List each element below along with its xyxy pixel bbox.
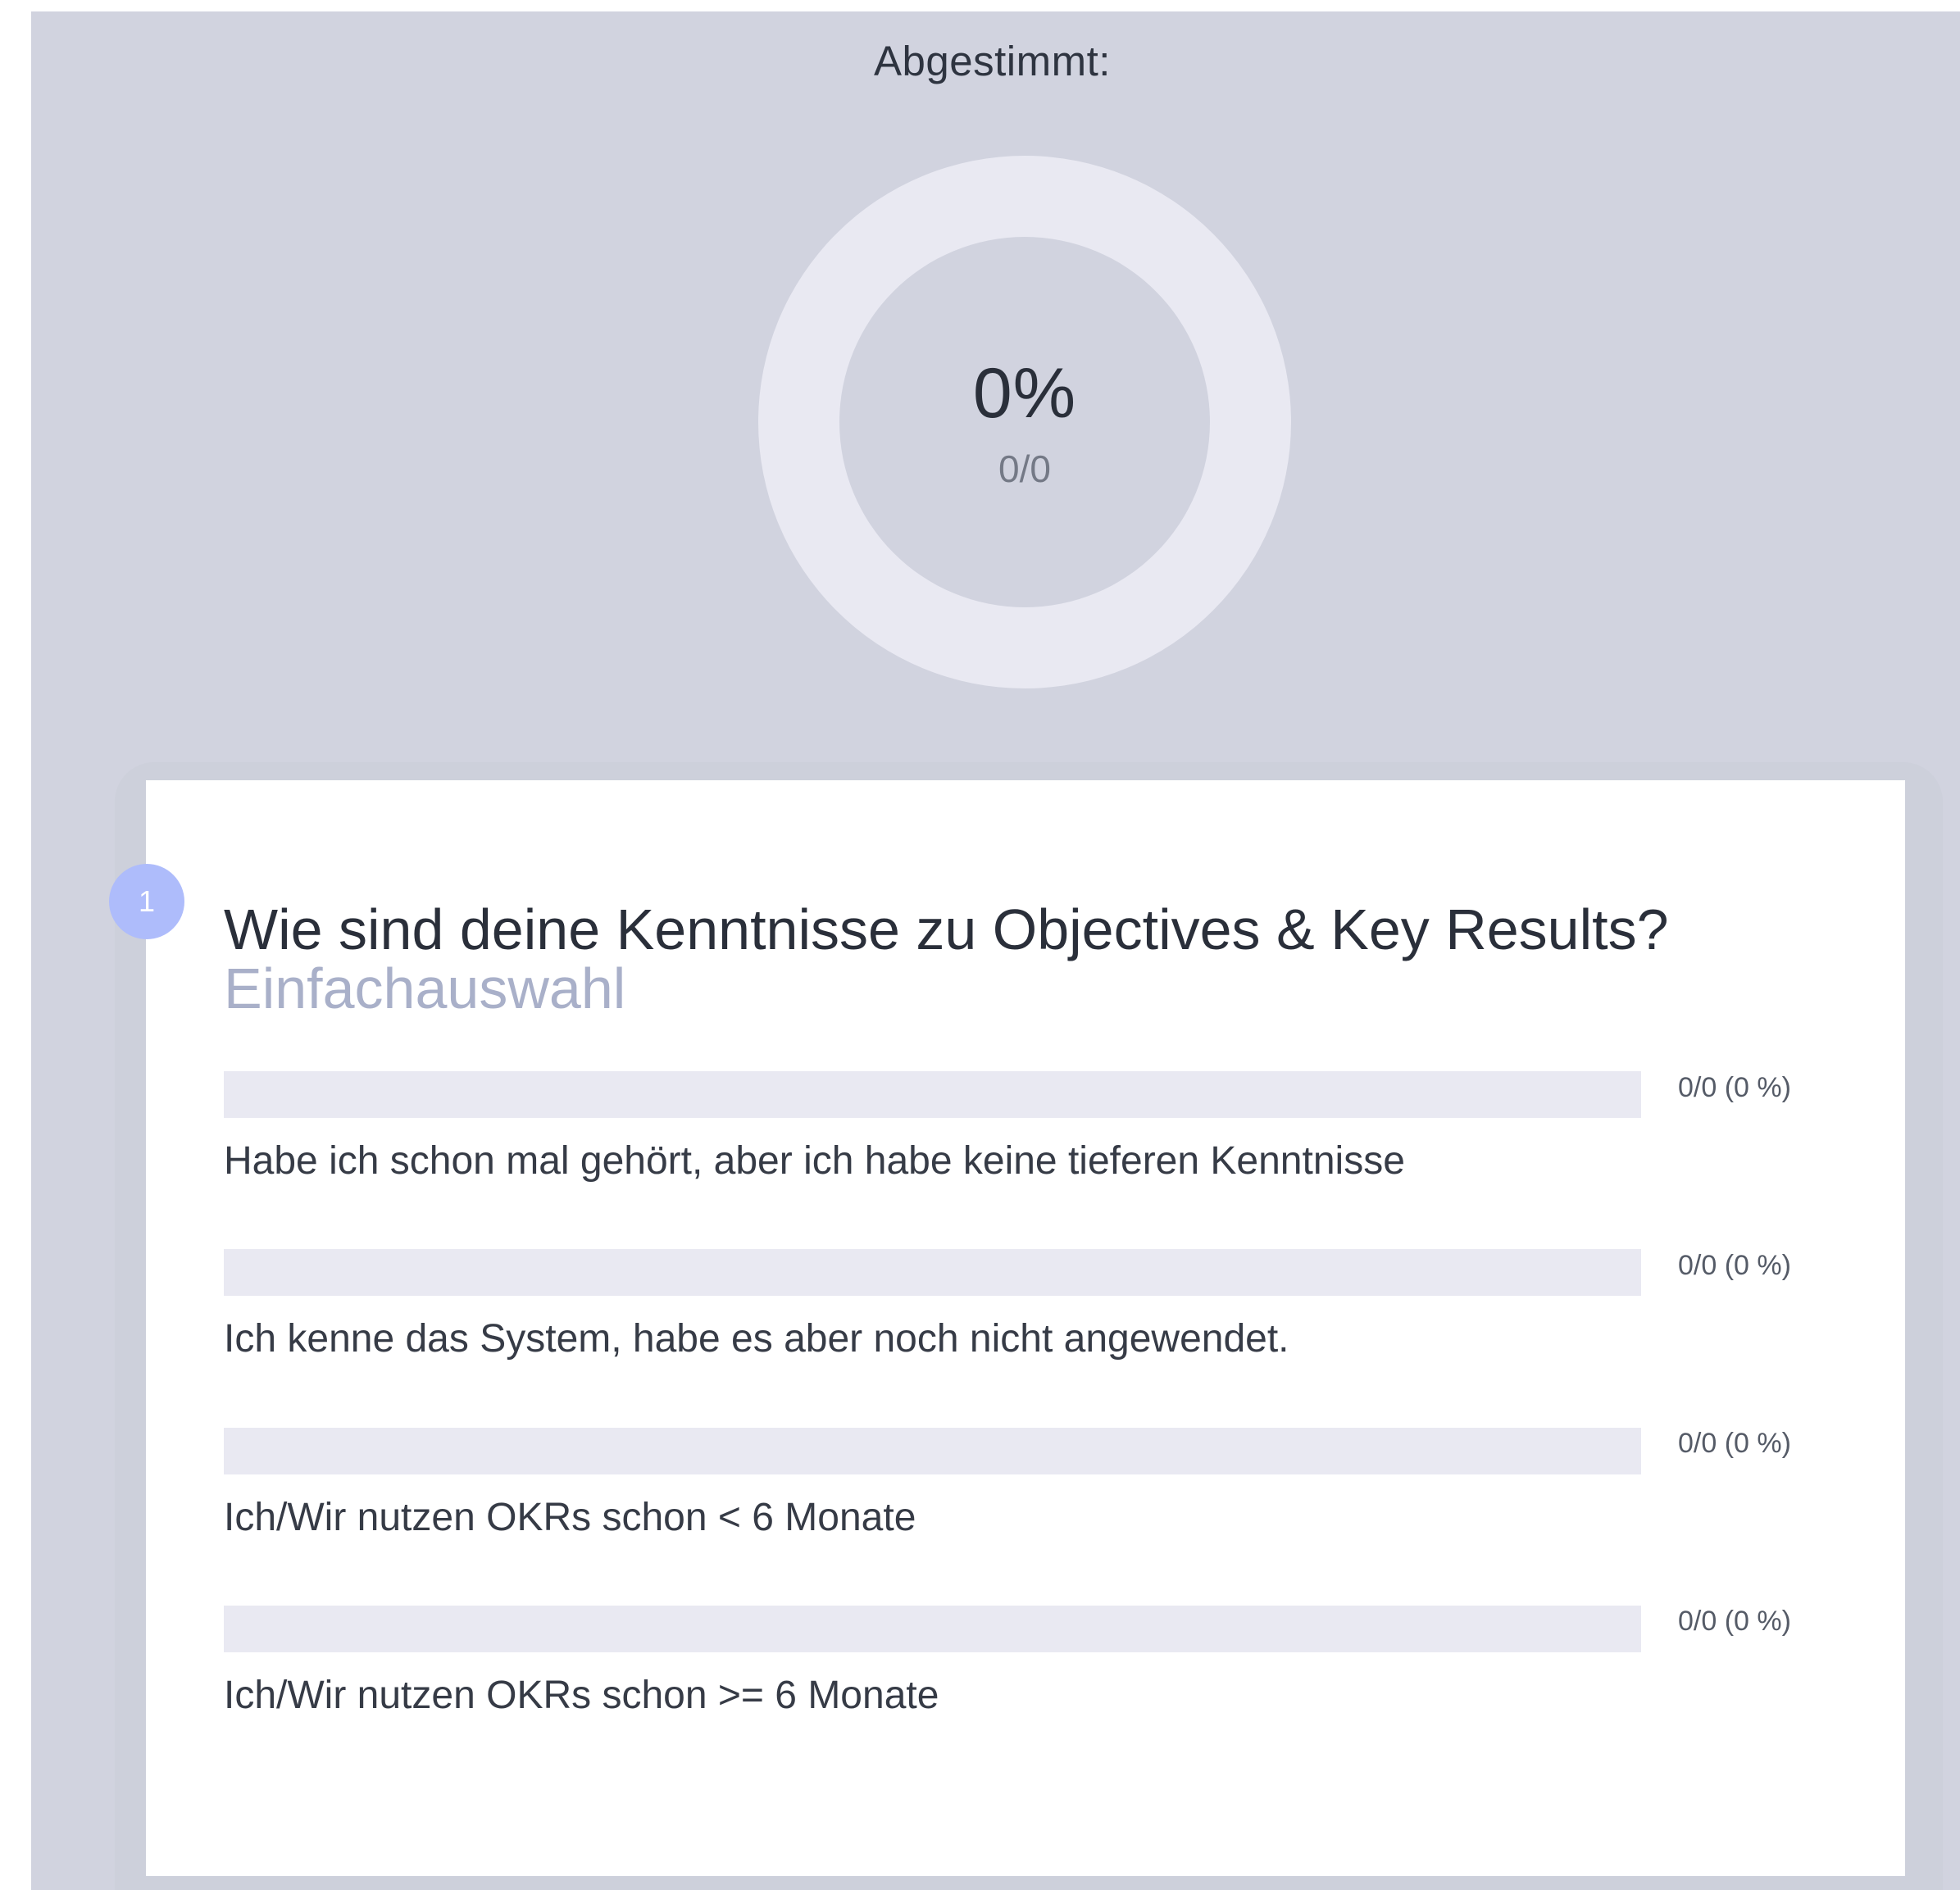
question-type: Einfachauswahl (224, 956, 626, 1020)
answer-bar (224, 1071, 1641, 1118)
voted-label: Abgestimmt: (874, 38, 1111, 84)
answer-bar (224, 1428, 1641, 1474)
answer-label: Ich/Wir nutzen OKRs schon < 6 Monate (224, 1496, 916, 1539)
question-number-badge: 1 (109, 864, 184, 939)
answer-stat: 0/0 (0 %) (1678, 1606, 1791, 1637)
answer-stat: 0/0 (0 %) (1678, 1428, 1791, 1459)
donut-center: 0% 0/0 (839, 237, 1210, 607)
voted-donut-chart: 0% 0/0 (758, 156, 1291, 688)
answer-bar (224, 1606, 1641, 1652)
voted-percent: 0% (972, 354, 1077, 433)
answer-label: Habe ich schon mal gehört, aber ich habe… (224, 1139, 1405, 1183)
answer-bar (224, 1249, 1641, 1296)
answer-stat: 0/0 (0 %) (1678, 1250, 1791, 1281)
question-title: Wie sind deine Kenntnisse zu Objectives … (224, 897, 1669, 961)
answer-label: Ich kenne das System, habe es aber noch … (224, 1317, 1289, 1361)
answer-stat: 0/0 (0 %) (1678, 1072, 1791, 1103)
voted-count: 0/0 (998, 448, 1051, 490)
answer-label: Ich/Wir nutzen OKRs schon >= 6 Monate (224, 1674, 939, 1717)
